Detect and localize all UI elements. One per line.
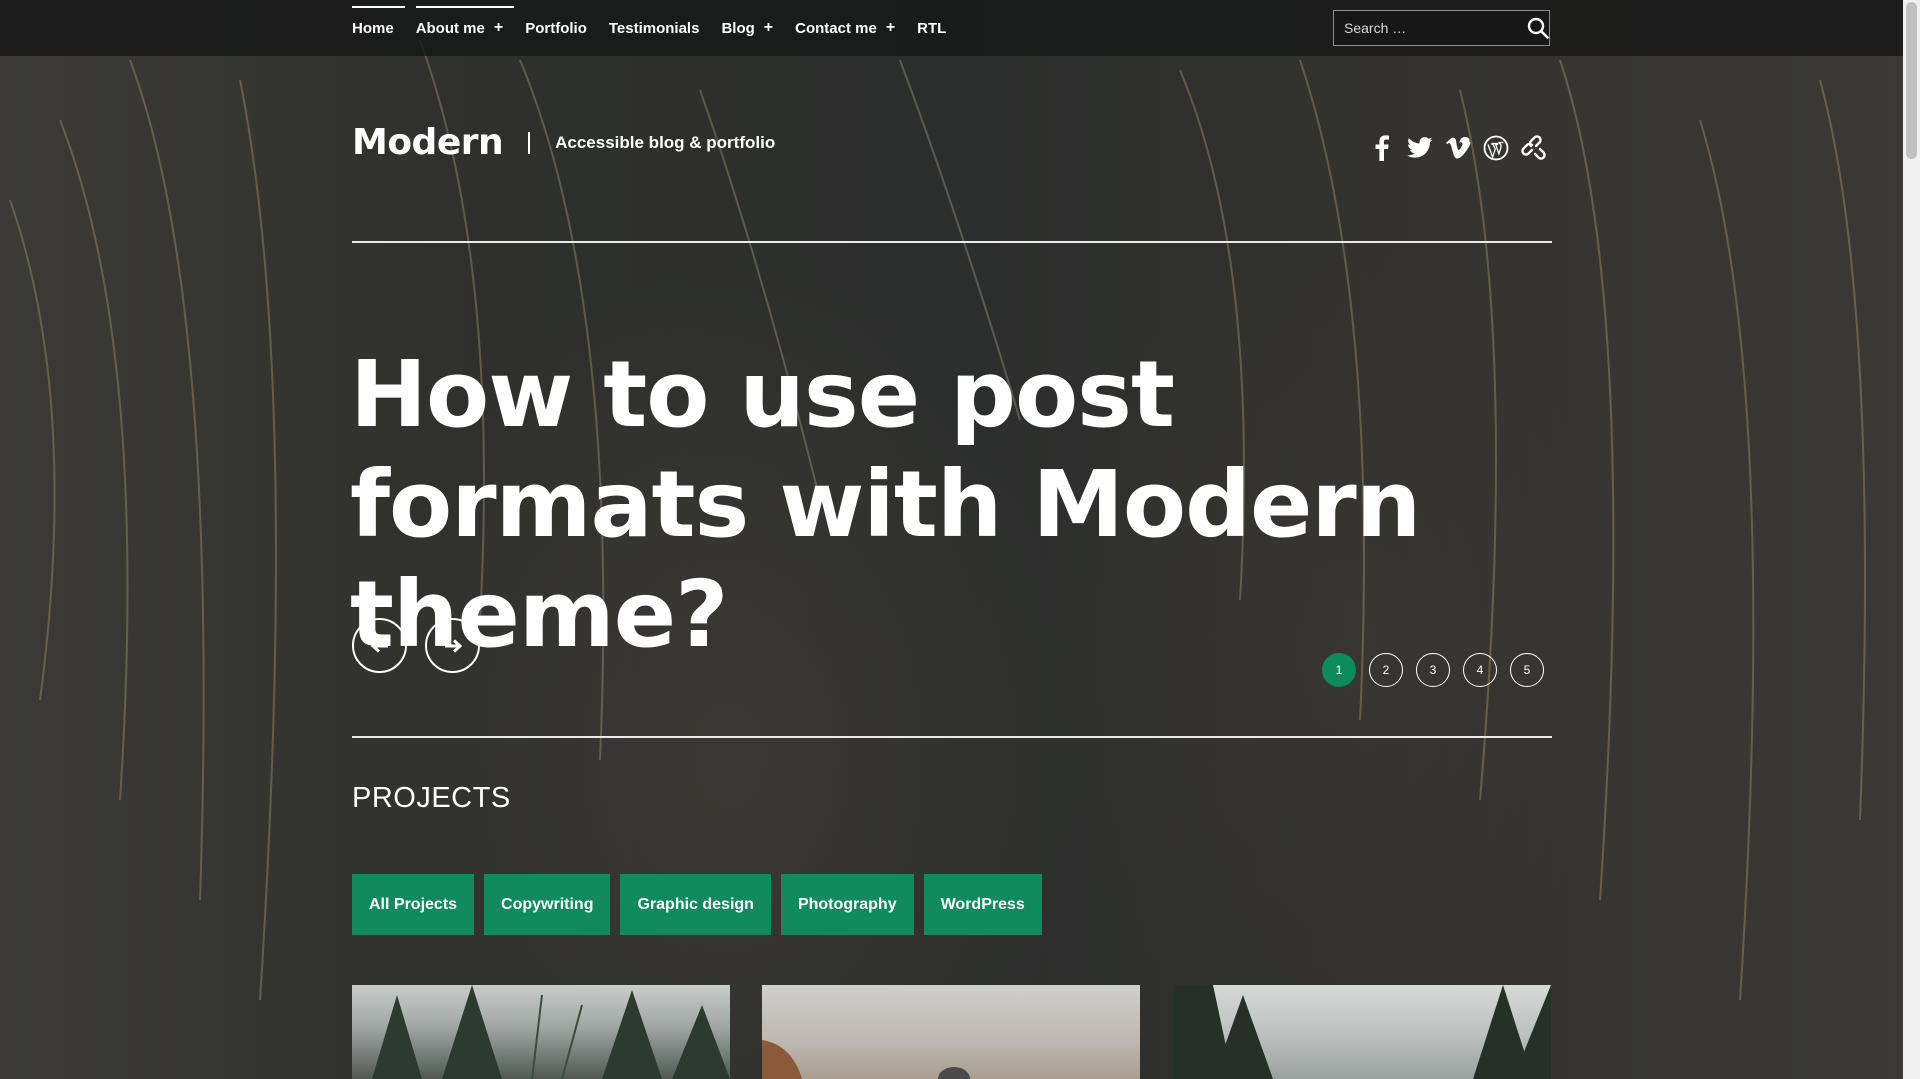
arrow-right-icon <box>444 638 462 653</box>
social-links <box>1368 134 1548 162</box>
site-tagline: Accessible blog & portfolio <box>555 132 776 152</box>
filter-wordpress[interactable]: WordPress <box>923 874 1042 935</box>
header-divider <box>352 241 1552 243</box>
arrow-left-icon <box>370 638 388 653</box>
nav-item-label: Blog <box>721 19 755 37</box>
hero-divider <box>352 736 1552 738</box>
page: Home About me + Portfolio Testimonials Bl… <box>0 0 1920 1079</box>
facebook-icon[interactable] <box>1368 134 1396 162</box>
nav-item-testimonials[interactable]: Testimonials <box>598 0 711 56</box>
hero-post-title[interactable]: How to use post formats with Modern them… <box>350 340 1570 670</box>
branding-divider <box>528 131 531 154</box>
twitter-icon[interactable] <box>1406 134 1434 162</box>
project-thumbnail[interactable] <box>352 985 730 1079</box>
nav-item-label: RTL <box>917 19 947 37</box>
portrait-photo <box>762 1040 970 1079</box>
filter-copywriting[interactable]: Copywriting <box>484 874 611 935</box>
expand-submenu-icon[interactable]: + <box>886 19 895 37</box>
nav-item-portfolio[interactable]: Portfolio <box>514 0 598 56</box>
nav-item-label: About me <box>415 19 485 37</box>
nav-item-rtl[interactable]: RTL <box>906 0 957 56</box>
filter-all-projects[interactable]: All Projects <box>352 874 475 935</box>
trees-photo <box>1173 985 1551 1079</box>
slide-page-4[interactable]: 4 <box>1463 653 1497 687</box>
nav-item-home[interactable]: Home <box>352 0 405 56</box>
slider-pagination: 1 2 3 4 5 <box>1322 653 1544 687</box>
filter-photography[interactable]: Photography <box>780 874 914 935</box>
nav-item-label: Contact me <box>795 19 877 37</box>
scrollbar-thumb[interactable] <box>1906 2 1917 159</box>
nav-item-label: Testimonials <box>608 19 700 37</box>
site-branding: Modern Accessible blog & portfolio <box>352 122 775 163</box>
expand-submenu-icon[interactable]: + <box>494 19 503 37</box>
slide-page-1[interactable]: 1 <box>1322 653 1356 687</box>
nav-item-blog[interactable]: Blog + <box>710 0 784 56</box>
slide-page-3[interactable]: 3 <box>1416 653 1450 687</box>
top-navigation-bar: Home About me + Portfolio Testimonials Bl… <box>0 0 1903 56</box>
nav-item-label: Portfolio <box>525 19 587 37</box>
slide-page-5[interactable]: 5 <box>1510 653 1544 687</box>
search-submit-button[interactable] <box>1527 11 1549 45</box>
search-form <box>1333 10 1550 46</box>
nav-item-contact-me[interactable]: Contact me + <box>784 0 906 56</box>
wordpress-icon[interactable] <box>1482 134 1510 162</box>
primary-menu: Home About me + Portfolio Testimonials Bl… <box>352 0 957 56</box>
nav-item-label: Home <box>352 19 394 37</box>
slide-page-2[interactable]: 2 <box>1369 653 1403 687</box>
forest-photo <box>372 985 730 1079</box>
project-thumbnail[interactable] <box>1173 985 1551 1079</box>
nav-item-about-me[interactable]: About me + <box>405 0 515 56</box>
search-input[interactable] <box>1334 10 1527 46</box>
previous-slide-button[interactable] <box>352 618 407 673</box>
project-filters: All Projects Copywriting Graphic design … <box>352 874 1042 935</box>
expand-submenu-icon[interactable]: + <box>764 19 773 37</box>
projects-heading: PROJECTS <box>352 782 511 814</box>
next-slide-button[interactable] <box>425 618 480 673</box>
vimeo-icon[interactable] <box>1444 134 1472 162</box>
site-title[interactable]: Modern <box>352 122 504 163</box>
link-icon[interactable] <box>1520 134 1548 162</box>
project-thumbnail[interactable] <box>762 985 1140 1079</box>
filter-graphic-design[interactable]: Graphic design <box>620 874 771 935</box>
search-icon <box>1527 17 1549 39</box>
vertical-scrollbar[interactable] <box>1903 0 1920 1079</box>
